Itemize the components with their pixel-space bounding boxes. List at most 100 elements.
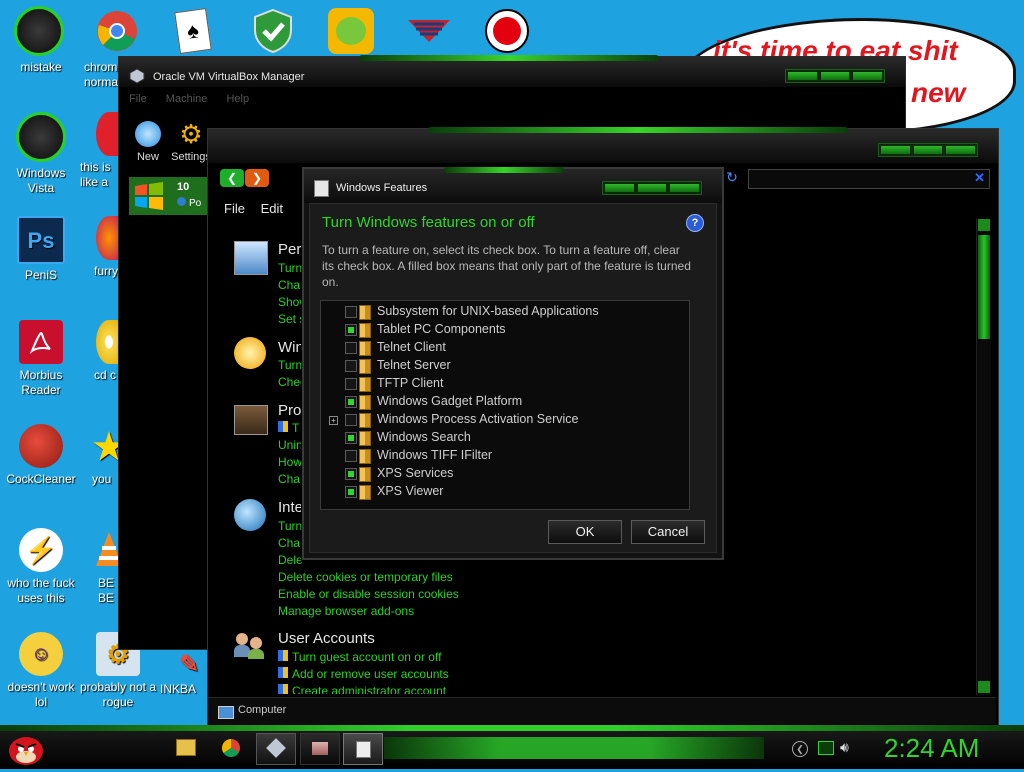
feature-checkbox[interactable]	[345, 486, 357, 498]
desktop-icon-morbius-reader[interactable]: Morbius Reader	[0, 320, 82, 398]
taskbar-item-windows-features[interactable]	[343, 733, 383, 765]
feature-row[interactable]: Telnet Server	[321, 357, 681, 375]
feature-row[interactable]: TFTP Client	[321, 375, 681, 393]
vbox-menu-file[interactable]: File	[129, 93, 147, 105]
desktop-icon-furry[interactable]: furry	[80, 216, 122, 279]
link-create-admin[interactable]: Create administrator account	[278, 684, 446, 694]
solitaire-icon[interactable]: ♠	[168, 6, 218, 56]
desktop-icon-cd[interactable]: cd c	[80, 320, 122, 383]
cancel-button[interactable]: Cancel	[631, 520, 705, 544]
desktop-icon-penis[interactable]: Ps PeniS	[0, 216, 82, 283]
link-personalization-1[interactable]: Turn	[278, 261, 302, 275]
feature-checkbox[interactable]	[345, 360, 357, 372]
feature-row[interactable]: + Windows Process Activation Service	[321, 411, 681, 429]
link-session-cookies[interactable]: Enable or disable session cookies	[278, 587, 459, 601]
nav-buttons[interactable]: ❮ ❯	[220, 169, 270, 189]
control-panel-window-controls[interactable]	[878, 143, 978, 157]
scrollbar-thumb[interactable]	[978, 235, 990, 339]
emblem-icon[interactable]	[404, 6, 454, 56]
forward-arrow-icon[interactable]: ❯	[245, 169, 269, 187]
vbox-menu-help[interactable]: Help	[226, 93, 249, 105]
feature-checkbox[interactable]	[345, 468, 357, 480]
link-programs-4[interactable]: Cha	[278, 472, 300, 486]
feature-checkbox[interactable]	[345, 414, 357, 426]
explorer-folder-icon[interactable]	[176, 739, 196, 756]
dialog-titlebar[interactable]: Windows Features	[304, 167, 722, 203]
feature-row[interactable]: Windows TIFF IFilter	[321, 447, 681, 465]
link-manage-addons[interactable]: Manage browser add-ons	[278, 604, 414, 618]
scroll-down-arrow-icon[interactable]	[978, 681, 990, 693]
desktop-icon-inkba[interactable]: ✎ INKBA	[160, 648, 212, 697]
expand-icon[interactable]: +	[329, 416, 338, 425]
feature-checkbox[interactable]	[345, 324, 357, 336]
desktop-icon-mistake[interactable]: mistake	[0, 60, 82, 75]
cp-menu-edit[interactable]: Edit	[261, 201, 283, 216]
feature-row[interactable]: Tablet PC Components	[321, 321, 681, 339]
vbox-settings-button[interactable]: ⚙ Settings	[171, 121, 211, 163]
virtualbox-window-controls[interactable]	[785, 69, 885, 83]
section-programs-title[interactable]: Pro	[278, 402, 301, 419]
link-add-remove-users[interactable]: Add or remove user accounts	[278, 667, 449, 681]
refresh-icon[interactable]: ↻	[722, 169, 742, 187]
features-scrollbar[interactable]	[689, 301, 690, 509]
back-arrow-icon[interactable]: ❮	[220, 169, 244, 187]
vbox-menu-machine[interactable]: Machine	[166, 93, 208, 105]
feature-row[interactable]: Telnet Client	[321, 339, 681, 357]
feature-row[interactable]: Subsystem for UNIX-based Applications	[321, 303, 681, 321]
chrome-taskbar-icon[interactable]	[222, 739, 240, 757]
desktop-icon-opera[interactable]: this is like a	[80, 112, 122, 190]
control-panel-scrollbar[interactable]	[976, 219, 991, 695]
link-internet-3[interactable]: Dele	[278, 553, 303, 567]
search-input[interactable]: ✕	[748, 169, 990, 189]
link-internet-1[interactable]: Turn	[278, 519, 302, 533]
link-programs-1[interactable]: T	[278, 421, 299, 435]
desktop-icon-you[interactable]: ★ you	[80, 424, 125, 487]
feature-checkbox[interactable]	[345, 396, 357, 408]
chrome-icon[interactable]	[92, 6, 142, 56]
windows-features-dialog[interactable]: Windows Features Turn Windows features o…	[302, 167, 724, 560]
ok-button[interactable]: OK	[548, 520, 622, 544]
taskbar-clock[interactable]: 2:24 AM	[884, 733, 979, 764]
desktop-icon-doesnt-work[interactable]: ☺ doesn't work lol	[0, 632, 82, 710]
feature-checkbox[interactable]	[345, 342, 357, 354]
desktop-icon-windows-vista[interactable]: Windows Vista	[0, 112, 82, 196]
section-user-accounts-title[interactable]: User Accounts	[278, 630, 375, 647]
record-icon[interactable]	[482, 6, 532, 56]
desktop-icon-cockcleaner[interactable]: CockCleaner	[0, 424, 82, 487]
section-windows-title[interactable]: Win	[278, 339, 304, 356]
shield-icon[interactable]	[248, 6, 298, 56]
section-internet-title[interactable]: Inte	[278, 499, 303, 516]
link-internet-2[interactable]: Cha	[278, 536, 300, 550]
start-button[interactable]	[6, 729, 46, 767]
feature-row[interactable]: XPS Viewer	[321, 483, 681, 501]
vbox-new-button[interactable]: New	[131, 121, 165, 163]
link-personalization-2[interactable]: Cha	[278, 278, 300, 292]
virtualbox-titlebar[interactable]: Oracle VM VirtualBox Manager	[119, 55, 905, 87]
taskbar-item-virtualbox[interactable]	[256, 733, 296, 765]
volume-icon[interactable]: 🔊︎	[840, 739, 849, 756]
link-delete-cookies[interactable]: Delete cookies or temporary files	[278, 570, 453, 584]
feature-checkbox[interactable]	[345, 432, 357, 444]
feature-row[interactable]: Windows Gadget Platform	[321, 393, 681, 411]
feature-row[interactable]: Windows Search	[321, 429, 681, 447]
cp-menu-file[interactable]: File	[224, 201, 245, 216]
mistake-icon[interactable]	[14, 6, 64, 56]
show-hidden-icons-icon[interactable]: ❮	[792, 741, 808, 757]
vm-list-item[interactable]: 10 Po	[129, 177, 209, 215]
feature-checkbox[interactable]	[345, 378, 357, 390]
clear-search-icon[interactable]: ✕	[974, 170, 985, 186]
link-guest-account[interactable]: Turn guest account on or off	[278, 650, 441, 664]
help-icon[interactable]: ?	[686, 214, 704, 232]
desktop-icon-vlc[interactable]: BE BE	[80, 528, 122, 606]
link-windows-1[interactable]: Turn	[278, 358, 302, 372]
bad-piggies-icon[interactable]	[326, 6, 376, 56]
scroll-up-arrow-icon[interactable]	[978, 219, 990, 231]
link-programs-2[interactable]: Unin	[278, 438, 303, 452]
feature-checkbox[interactable]	[345, 450, 357, 462]
feature-checkbox[interactable]	[345, 306, 357, 318]
features-list[interactable]: Subsystem for UNIX-based Applications Tab…	[320, 300, 690, 510]
feature-row[interactable]: XPS Services	[321, 465, 681, 483]
network-icon[interactable]	[818, 741, 834, 755]
control-panel-titlebar[interactable]	[208, 127, 998, 163]
taskbar-item-control-panel[interactable]	[300, 733, 340, 765]
